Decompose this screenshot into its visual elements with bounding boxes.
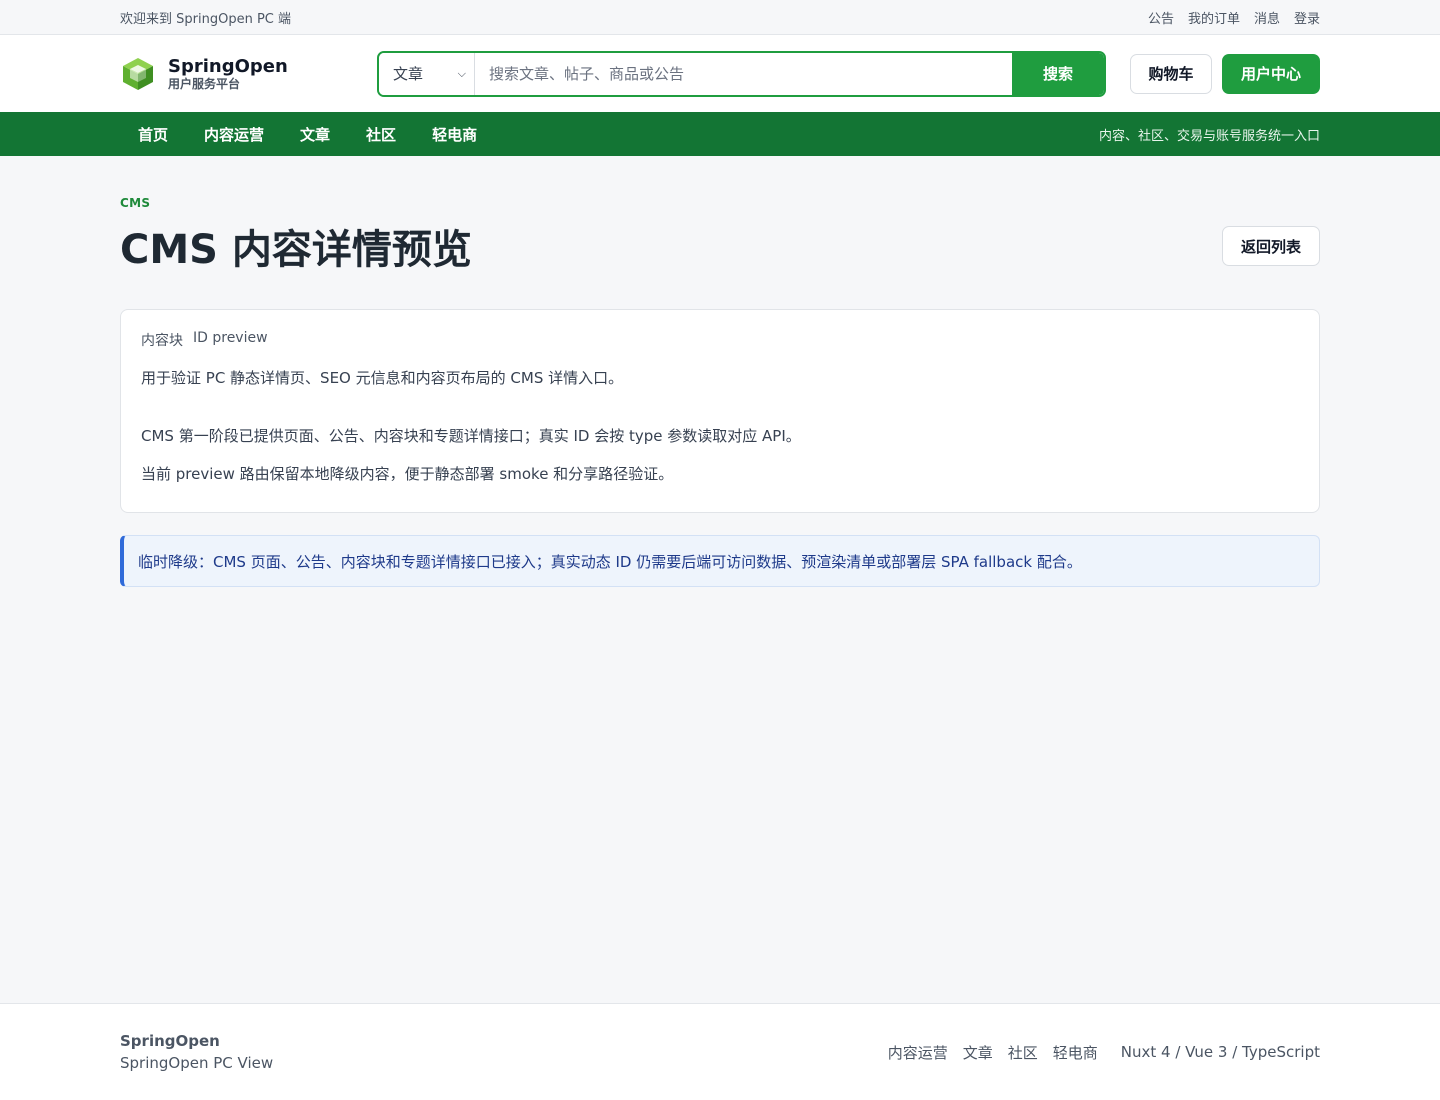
footer-link-community[interactable]: 社区 <box>1008 1042 1038 1063</box>
search-input[interactable]: 搜索文章、帖子、商品或公告 <box>475 52 1012 95</box>
page-title: CMS 内容详情预览 <box>120 227 472 273</box>
content-summary: 用于验证 PC 静态详情页、SEO 元信息和内容页布局的 CMS 详情入口。 <box>141 369 624 387</box>
content-paragraph: CMS 第一阶段已提供页面、公告、内容块和专题详情接口；真实 ID 会按 typ… <box>141 427 801 445</box>
footer-links: 内容运营 文章 社区 轻电商 Nuxt 4 / Vue 3 / TypeScri… <box>888 1042 1320 1063</box>
nav-tagline: 内容、社区、交易与账号服务统一入口 <box>1098 128 1320 144</box>
back-to-list-button[interactable]: 返回列表 <box>1222 226 1320 266</box>
site-header: SpringOpen 用户服务平台 文章 ⌵ 搜索文章、帖子、商品或公告 搜索 … <box>0 35 1440 112</box>
welcome-text: 欢迎来到 SpringOpen PC 端 <box>120 11 291 27</box>
cart-button[interactable]: 购物车 <box>1130 53 1212 94</box>
nav-item-content-ops[interactable]: 内容运营 <box>186 124 282 145</box>
footer-link-content-ops[interactable]: 内容运营 <box>888 1042 948 1063</box>
footer-subtitle: SpringOpen PC View <box>120 1054 274 1072</box>
content-id-label: ID preview <box>193 330 268 346</box>
footer-link-ecommerce[interactable]: 轻电商 <box>1053 1042 1098 1063</box>
brand-subtitle: 用户服务平台 <box>168 76 241 91</box>
search-button[interactable]: 搜索 <box>1012 52 1104 95</box>
search-placeholder: 搜索文章、帖子、商品或公告 <box>489 65 685 83</box>
nav-item-articles[interactable]: 文章 <box>282 124 348 145</box>
main-content: CMS CMS 内容详情预览 返回列表 内容块 ID preview 用于验证 … <box>0 156 1440 587</box>
page-eyebrow: CMS <box>120 196 151 210</box>
nav-item-ecommerce[interactable]: 轻电商 <box>414 124 495 145</box>
content-paragraph: 当前 preview 路由保留本地降级内容，便于静态部署 smoke 和分享路径… <box>141 465 674 483</box>
content-meta: 内容块 ID preview <box>141 330 1299 350</box>
search-scope-select[interactable]: 文章 ⌵ <box>379 52 475 95</box>
site-logo[interactable]: SpringOpen 用户服务平台 <box>120 56 377 92</box>
top-link-login[interactable]: 登录 <box>1294 8 1320 27</box>
chevron-down-icon: ⌵ <box>457 66 466 80</box>
user-center-button[interactable]: 用户中心 <box>1222 53 1320 94</box>
top-link-my-orders[interactable]: 我的订单 <box>1188 8 1240 27</box>
search-scope-value: 文章 <box>393 65 424 83</box>
content-type-label: 内容块 <box>141 333 183 349</box>
content-detail-card: 内容块 ID preview 用于验证 PC 静态详情页、SEO 元信息和内容页… <box>120 309 1320 513</box>
top-links: 公告 我的订单 消息 登录 <box>1148 8 1320 27</box>
site-footer: SpringOpen SpringOpen PC View 内容运营 文章 社区… <box>0 1003 1440 1100</box>
footer-brand: SpringOpen <box>120 1032 220 1050</box>
notice-text: 临时降级：CMS 页面、公告、内容块和专题详情接口已接入；真实动态 ID 仍需要… <box>138 552 1082 571</box>
search-bar: 文章 ⌵ 搜索文章、帖子、商品或公告 搜索 <box>377 50 1106 97</box>
nav-item-home[interactable]: 首页 <box>120 124 186 145</box>
fallback-notice: 临时降级：CMS 页面、公告、内容块和专题详情接口已接入；真实动态 ID 仍需要… <box>120 535 1320 587</box>
footer-tech-stack: Nuxt 4 / Vue 3 / TypeScript <box>1120 1043 1320 1061</box>
top-link-messages[interactable]: 消息 <box>1254 8 1280 27</box>
top-link-announcements[interactable]: 公告 <box>1148 8 1174 27</box>
brand-name: SpringOpen <box>168 55 288 77</box>
nav-item-community[interactable]: 社区 <box>348 124 414 145</box>
main-nav: 首页 内容运营 文章 社区 轻电商 内容、社区、交易与账号服务统一入口 <box>0 112 1440 156</box>
cube-logo-icon <box>123 57 153 90</box>
top-bar: 欢迎来到 SpringOpen PC 端 公告 我的订单 消息 登录 <box>0 0 1440 35</box>
footer-link-articles[interactable]: 文章 <box>963 1042 993 1063</box>
